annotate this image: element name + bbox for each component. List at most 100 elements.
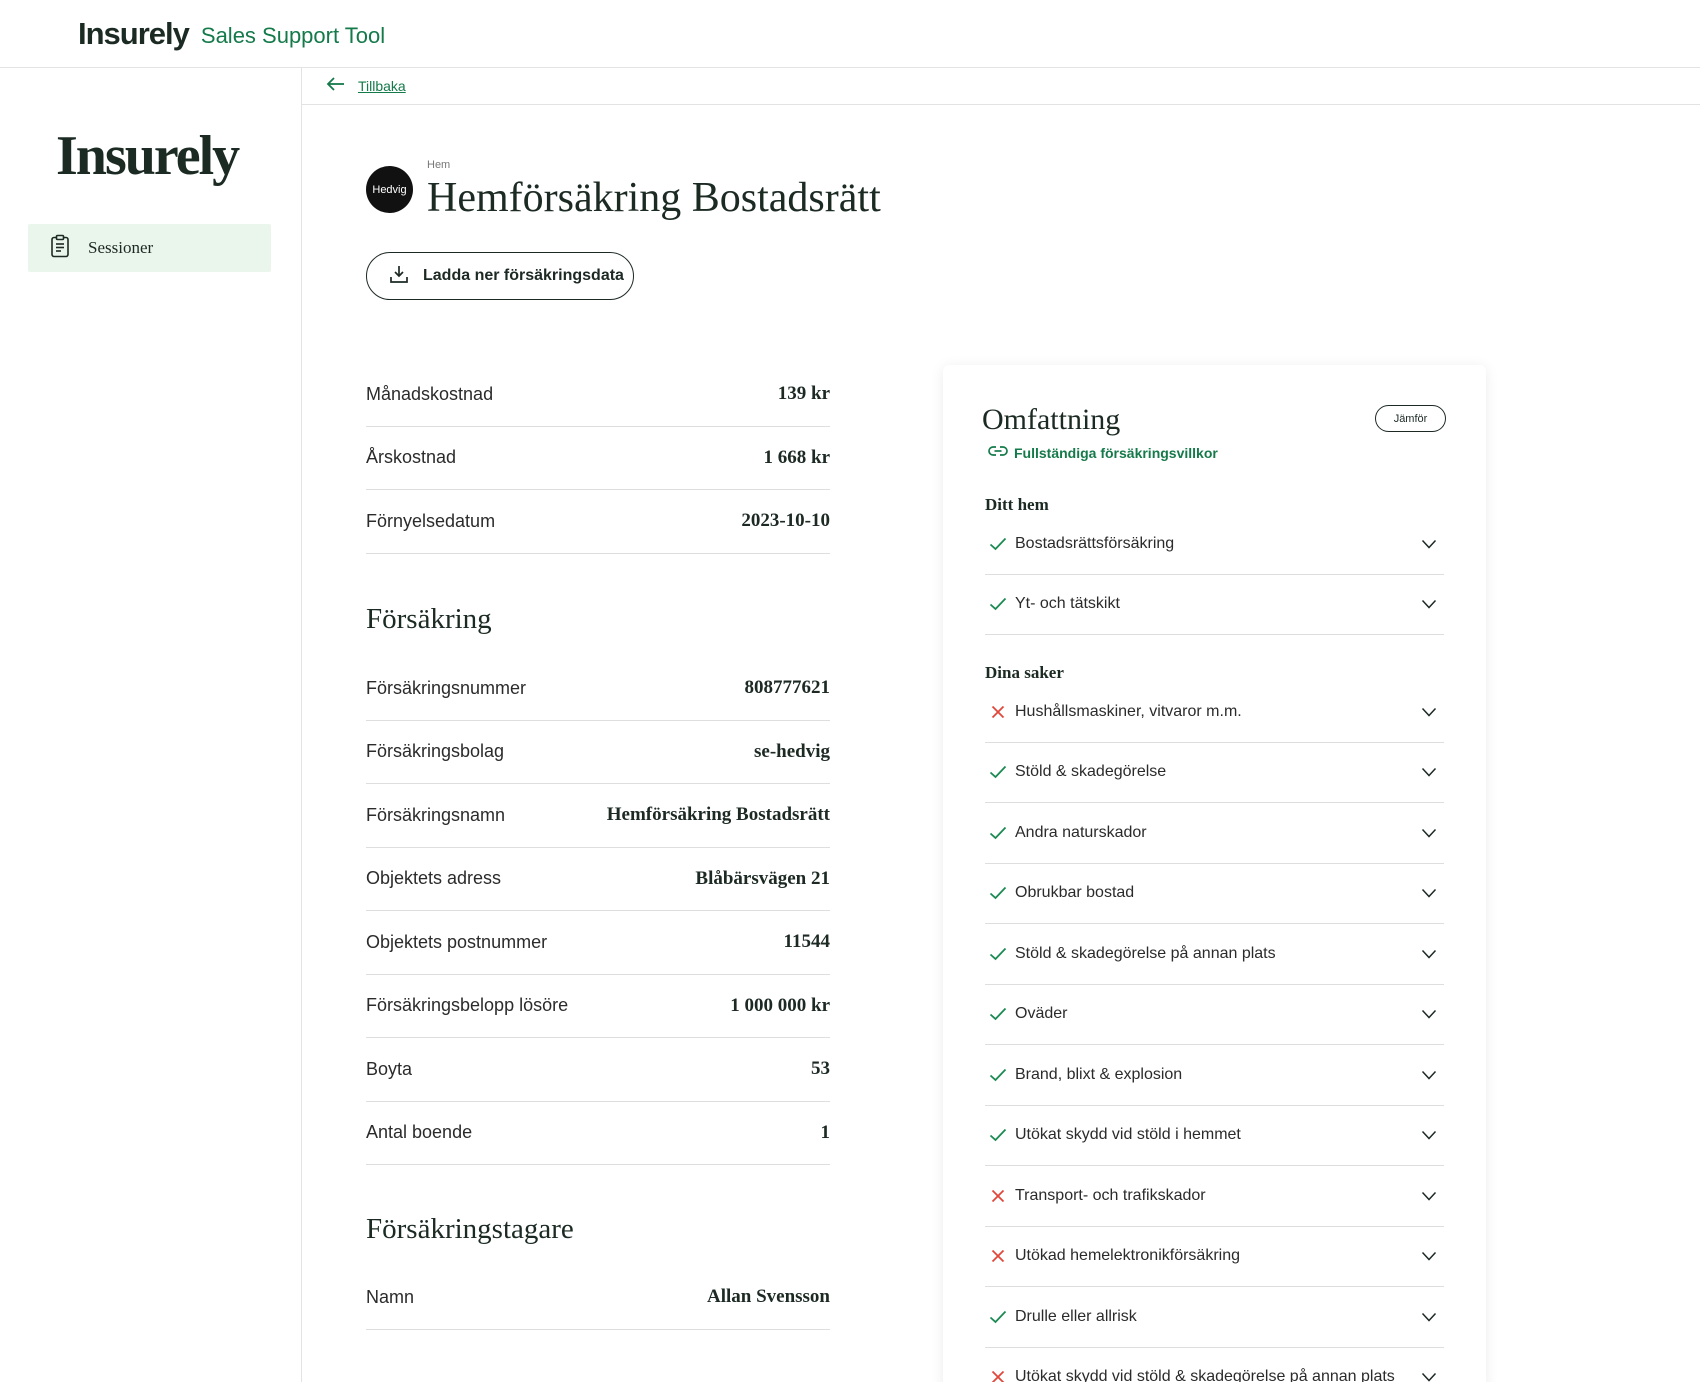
coverage-item[interactable]: Obrukbar bostad — [985, 864, 1444, 924]
insurer-logo: Hedvig — [366, 166, 413, 213]
coverage-item-label: Oväder — [1015, 1005, 1068, 1023]
detail-value: Hemförsäkring Bostadsrätt — [606, 804, 830, 826]
chevron-down-icon[interactable] — [1418, 1064, 1440, 1086]
coverage-item-label: Stöld & skadegörelse på annan plats — [1015, 944, 1276, 962]
download-button-label: Ladda ner försäkringsdata — [423, 267, 624, 284]
arrow-left-icon[interactable] — [326, 76, 346, 97]
coverage-item-label: Utökat skydd vid stöld i hemmet — [1015, 1126, 1241, 1144]
coverage-item[interactable]: Utökat skydd vid stöld & skadegörelse på… — [985, 1348, 1444, 1382]
brand-logo[interactable]: Insurely — [78, 16, 190, 52]
coverage-item[interactable]: Bostadsrättsförsäkring — [985, 514, 1444, 575]
coverage-group-title: Dina saker — [985, 663, 1064, 682]
detail-value: se-hedvig — [754, 740, 830, 762]
tool-name: Sales Support Tool — [200, 22, 386, 48]
breadcrumb[interactable]: Hem — [427, 159, 450, 171]
check-icon — [987, 943, 1009, 965]
terms-link[interactable]: Fullständiga försäkringsvillkor — [988, 444, 1218, 461]
coverage-group-title: Ditt hem — [985, 495, 1049, 514]
cross-icon — [987, 701, 1009, 723]
coverage-item[interactable]: Utökad hemelektronikförsäkring — [985, 1227, 1444, 1287]
chevron-down-icon[interactable] — [1418, 1124, 1440, 1146]
detail-row: Förnyelsedatum 2023-10-10 — [366, 490, 830, 554]
download-button[interactable]: Ladda ner försäkringsdata — [366, 252, 634, 300]
chevron-down-icon[interactable] — [1418, 761, 1440, 783]
coverage-item[interactable]: Stöld & skadegörelse — [985, 743, 1444, 803]
sidebar-item-label: Sessioner — [88, 238, 154, 257]
chevron-down-icon[interactable] — [1418, 943, 1440, 965]
chevron-down-icon[interactable] — [1418, 1185, 1440, 1207]
sidebar-item-sessioner[interactable]: Sessioner — [28, 224, 271, 272]
check-icon — [987, 533, 1009, 555]
detail-value: 139 kr — [777, 383, 830, 405]
detail-row: Årskostnad 1 668 kr — [366, 427, 831, 490]
detail-row: Objektets adress Blåbärsvägen 21 — [366, 848, 830, 911]
coverage-item[interactable]: Stöld & skadegörelse på annan plats — [985, 924, 1444, 985]
detail-label: Försäkringsbelopp lösöre — [366, 995, 569, 1016]
detail-value: 1 668 kr — [763, 446, 831, 468]
detail-label: Förnyelsedatum — [366, 510, 496, 531]
chevron-down-icon[interactable] — [1418, 1245, 1440, 1267]
coverage-item[interactable]: Yt- och tätskikt — [985, 575, 1444, 635]
coverage-item[interactable]: Utökat skydd vid stöld i hemmet — [985, 1106, 1444, 1166]
detail-value: Allan Svensson — [706, 1286, 830, 1308]
cost-list: Månadskostnad 139 kr Årskostnad 1 668 kr… — [366, 363, 830, 554]
insurance-list: Försäkringsnummer 808777621 Försäkringsb… — [366, 657, 830, 1165]
chevron-down-icon[interactable] — [1418, 1306, 1440, 1328]
compare-button[interactable]: Jämför — [1375, 405, 1446, 432]
detail-row: Försäkringsnamn Hemförsäkring Bostadsrät… — [366, 784, 830, 848]
coverage-item[interactable]: Hushållsmaskiner, vitvaror m.m. — [985, 682, 1444, 743]
detail-value: 1 — [820, 1121, 831, 1143]
check-icon — [987, 882, 1009, 904]
chevron-down-icon[interactable] — [1418, 593, 1440, 615]
coverage-item[interactable]: Andra naturskador — [985, 803, 1444, 864]
link-icon — [988, 444, 1008, 461]
coverage-card: Omfattning Jämför Fullständiga försäkrin… — [943, 365, 1486, 1382]
coverage-item-label: Utökad hemelektronikförsäkring — [1015, 1247, 1240, 1265]
sidebar: Insurely Sessioner — [0, 68, 302, 1382]
cross-icon — [987, 1185, 1009, 1207]
detail-row: Försäkringsnummer 808777621 — [366, 657, 830, 721]
detail-value: Blåbärsvägen 21 — [695, 867, 830, 889]
detail-label: Månadskostnad — [366, 383, 494, 404]
check-icon — [987, 761, 1009, 783]
insurance-section-title: Försäkring — [366, 603, 492, 635]
coverage-item-label: Andra naturskador — [1015, 823, 1147, 841]
detail-value: 2023-10-10 — [741, 510, 830, 532]
sidebar-logo: Insurely — [56, 125, 240, 187]
chevron-down-icon[interactable] — [1418, 533, 1440, 555]
holder-list: Namn Allan Svensson — [366, 1266, 830, 1330]
coverage-item[interactable]: Oväder — [985, 985, 1444, 1045]
cross-icon — [987, 1245, 1009, 1267]
chevron-down-icon[interactable] — [1418, 882, 1440, 904]
coverage-item[interactable]: Transport- och trafikskador — [985, 1166, 1444, 1227]
detail-row: Objektets postnummer 11544 — [366, 911, 830, 975]
coverage-list: Bostadsrättsförsäkring Yt- och tätskikt — [985, 514, 1444, 635]
download-icon — [389, 264, 409, 289]
detail-value: 808777621 — [744, 677, 831, 699]
detail-row: Försäkringsbolag se-hedvig — [366, 721, 830, 784]
check-icon — [987, 822, 1009, 844]
chevron-down-icon[interactable] — [1418, 701, 1440, 723]
coverage-list: Hushållsmaskiner, vitvaror m.m. Stöld & s… — [985, 682, 1444, 1382]
back-bar: Tillbaka — [302, 68, 1700, 105]
coverage-item-label: Brand, blixt & explosion — [1015, 1065, 1183, 1083]
chevron-down-icon[interactable] — [1418, 822, 1440, 844]
coverage-item-label: Hushållsmaskiner, vitvaror m.m. — [1015, 702, 1242, 720]
coverage-item-label: Utökat skydd vid stöld & skadegörelse på… — [1015, 1368, 1395, 1382]
detail-value: 53 — [811, 1058, 830, 1080]
top-bar: Insurely Sales Support Tool — [0, 0, 1700, 68]
coverage-item-label: Drulle eller allrisk — [1015, 1307, 1137, 1325]
detail-label: Försäkringsnummer — [366, 677, 527, 698]
coverage-item-label: Yt- och tätskikt — [1015, 595, 1120, 613]
detail-row: Namn Allan Svensson — [366, 1266, 830, 1330]
check-icon — [987, 1064, 1009, 1086]
detail-label: Årskostnad — [366, 447, 457, 468]
back-link[interactable]: Tillbaka — [358, 78, 406, 94]
coverage-item[interactable]: Brand, blixt & explosion — [985, 1045, 1444, 1106]
chevron-down-icon[interactable] — [1418, 1366, 1440, 1382]
detail-label: Objektets postnummer — [366, 931, 548, 952]
chevron-down-icon[interactable] — [1418, 1003, 1440, 1025]
detail-label: Försäkringsbolag — [366, 741, 505, 762]
coverage-item[interactable]: Drulle eller allrisk — [985, 1287, 1444, 1348]
check-icon — [987, 1124, 1009, 1146]
